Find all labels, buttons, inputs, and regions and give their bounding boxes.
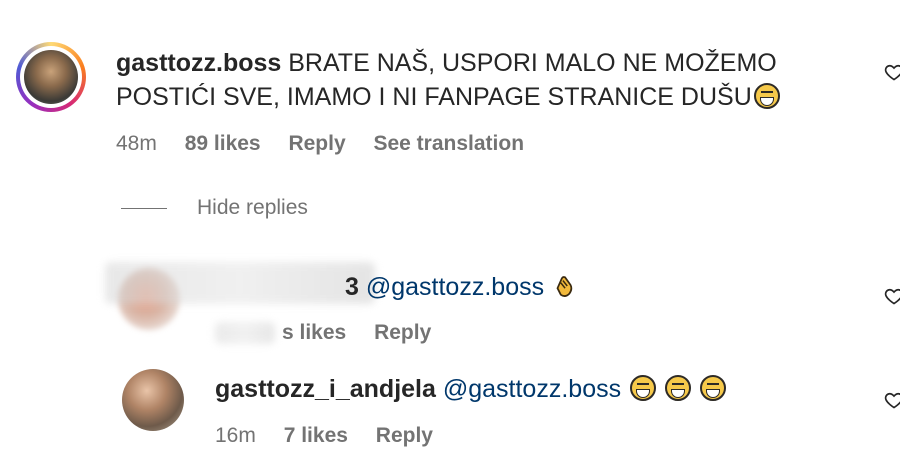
comment-username[interactable]: gasttozz_i_andjela — [215, 375, 436, 403]
avatar-photo — [24, 50, 78, 104]
blurred-time — [215, 322, 275, 344]
comment-text-line2: POSTIĆI SVE, IMAMO I NI FANPAGE STRANICE… — [116, 83, 752, 111]
reply-button[interactable]: Reply — [374, 321, 431, 344]
avatar[interactable] — [16, 42, 86, 112]
tears-of-joy-emoji-icon — [630, 375, 657, 401]
comment-line: gasttozz_i_andjela @gasttozz.boss — [215, 374, 726, 405]
comment-meta: 48m 89 likes Reply See translation — [116, 132, 546, 156]
reply-button[interactable]: Reply — [288, 132, 345, 155]
see-translation-button[interactable]: See translation — [373, 132, 524, 155]
heart-icon[interactable] — [884, 286, 900, 306]
heart-icon[interactable] — [884, 390, 900, 410]
comment-text-line1: BRATE NAŠ, USPORI MALO NE MOŽEMO — [288, 49, 777, 77]
avatar[interactable] — [122, 369, 184, 431]
comment-time[interactable]: 16m — [215, 424, 256, 447]
comment-meta: 16m 7 likes Reply — [215, 424, 455, 448]
comment-time[interactable]: 48m — [116, 132, 157, 155]
comment-likes[interactable]: 89 likes — [185, 132, 261, 155]
hide-replies-button[interactable]: Hide replies — [121, 196, 308, 220]
hide-replies-label: Hide replies — [197, 196, 308, 219]
comment-line-1: gasttozz.boss BRATE NAŠ, USPORI MALO NE … — [116, 48, 777, 79]
comment-username[interactable]: gasttozz.boss — [116, 49, 281, 77]
comment-username-partial[interactable]: 3 — [345, 273, 359, 301]
tears-of-joy-emoji-icon — [699, 375, 726, 401]
reply-button[interactable]: Reply — [376, 424, 433, 447]
divider-dash — [121, 207, 167, 210]
comment-likes[interactable]: s likes — [282, 321, 346, 344]
comment-line: 3 @gasttozz.boss — [345, 272, 577, 303]
tears-of-joy-emoji-icon — [665, 375, 692, 401]
mention-link[interactable]: @gasttozz.boss — [443, 375, 621, 403]
comment-line-2: POSTIĆI SVE, IMAMO I NI FANPAGE STRANICE… — [116, 82, 780, 113]
tears-of-joy-emoji-icon — [753, 83, 780, 109]
comment-likes[interactable]: 7 likes — [284, 424, 348, 447]
blurred-username — [105, 262, 375, 304]
mention-link[interactable]: @gasttozz.boss — [366, 273, 544, 301]
comment-meta: s likes Reply — [282, 321, 453, 345]
heart-icon[interactable] — [884, 62, 900, 82]
clapping-hands-emoji-icon — [556, 276, 573, 297]
